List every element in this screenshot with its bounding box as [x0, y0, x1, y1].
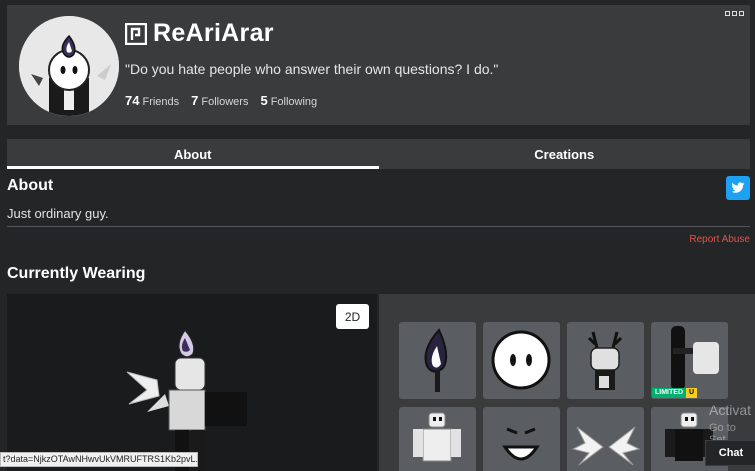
currently-wearing-heading: Currently Wearing	[7, 265, 146, 282]
wearing-items-grid: LIMITED U	[379, 294, 755, 471]
limited-unique-badge: LIMITED U	[652, 388, 698, 398]
avatar-figure	[126, 328, 247, 471]
avatar[interactable]	[19, 16, 119, 116]
profile-tabs: About Creations	[7, 139, 750, 169]
face-icon	[491, 330, 551, 390]
shirt-icon	[413, 412, 461, 462]
browser-status-url: t?data=NjkzOTAwNHwvUkVMRUFTRS1Kb2pvL...	[0, 452, 198, 467]
tab-about[interactable]: About	[7, 139, 379, 169]
premium-icon	[125, 22, 147, 45]
item-limited-sunglasses[interactable]: LIMITED U	[651, 322, 728, 399]
view-2d-button[interactable]: 2D	[336, 304, 369, 329]
item-smile-face[interactable]	[483, 407, 560, 471]
avatar-3d-viewer[interactable]	[7, 294, 377, 471]
smile-face-icon	[502, 427, 540, 461]
about-heading: About	[7, 177, 54, 194]
antler-helmet-icon	[587, 331, 623, 390]
report-abuse-link[interactable]: Report Abuse	[689, 234, 750, 245]
chat-button[interactable]: Chat	[705, 440, 755, 466]
more-options-icon[interactable]	[725, 11, 744, 16]
tab-creations[interactable]: Creations	[379, 139, 751, 169]
item-flame-hat[interactable]	[399, 322, 476, 399]
windows-activation-watermark: Activat	[709, 402, 752, 418]
flame-hat-icon	[424, 328, 448, 392]
profile-status: "Do you hate people who answer their own…	[125, 61, 499, 77]
friends-stat[interactable]: 74 Friends	[125, 93, 179, 108]
wings-icon	[571, 426, 641, 466]
profile-stats: 74 Friends 7 Followers 5 Following	[125, 93, 317, 108]
item-face[interactable]	[483, 322, 560, 399]
item-antler-helmet[interactable]	[567, 322, 644, 399]
item-white-shirt[interactable]	[399, 407, 476, 471]
about-description: Just ordinary guy.	[7, 206, 109, 221]
followers-stat[interactable]: 7 Followers	[191, 93, 248, 108]
profile-header: ReAriArar "Do you hate people who answer…	[7, 5, 750, 125]
following-stat[interactable]: 5 Following	[260, 93, 317, 108]
twitter-icon[interactable]	[726, 176, 750, 200]
item-wings[interactable]	[567, 407, 644, 471]
username: ReAriArar	[153, 19, 274, 47]
divider	[7, 226, 750, 227]
